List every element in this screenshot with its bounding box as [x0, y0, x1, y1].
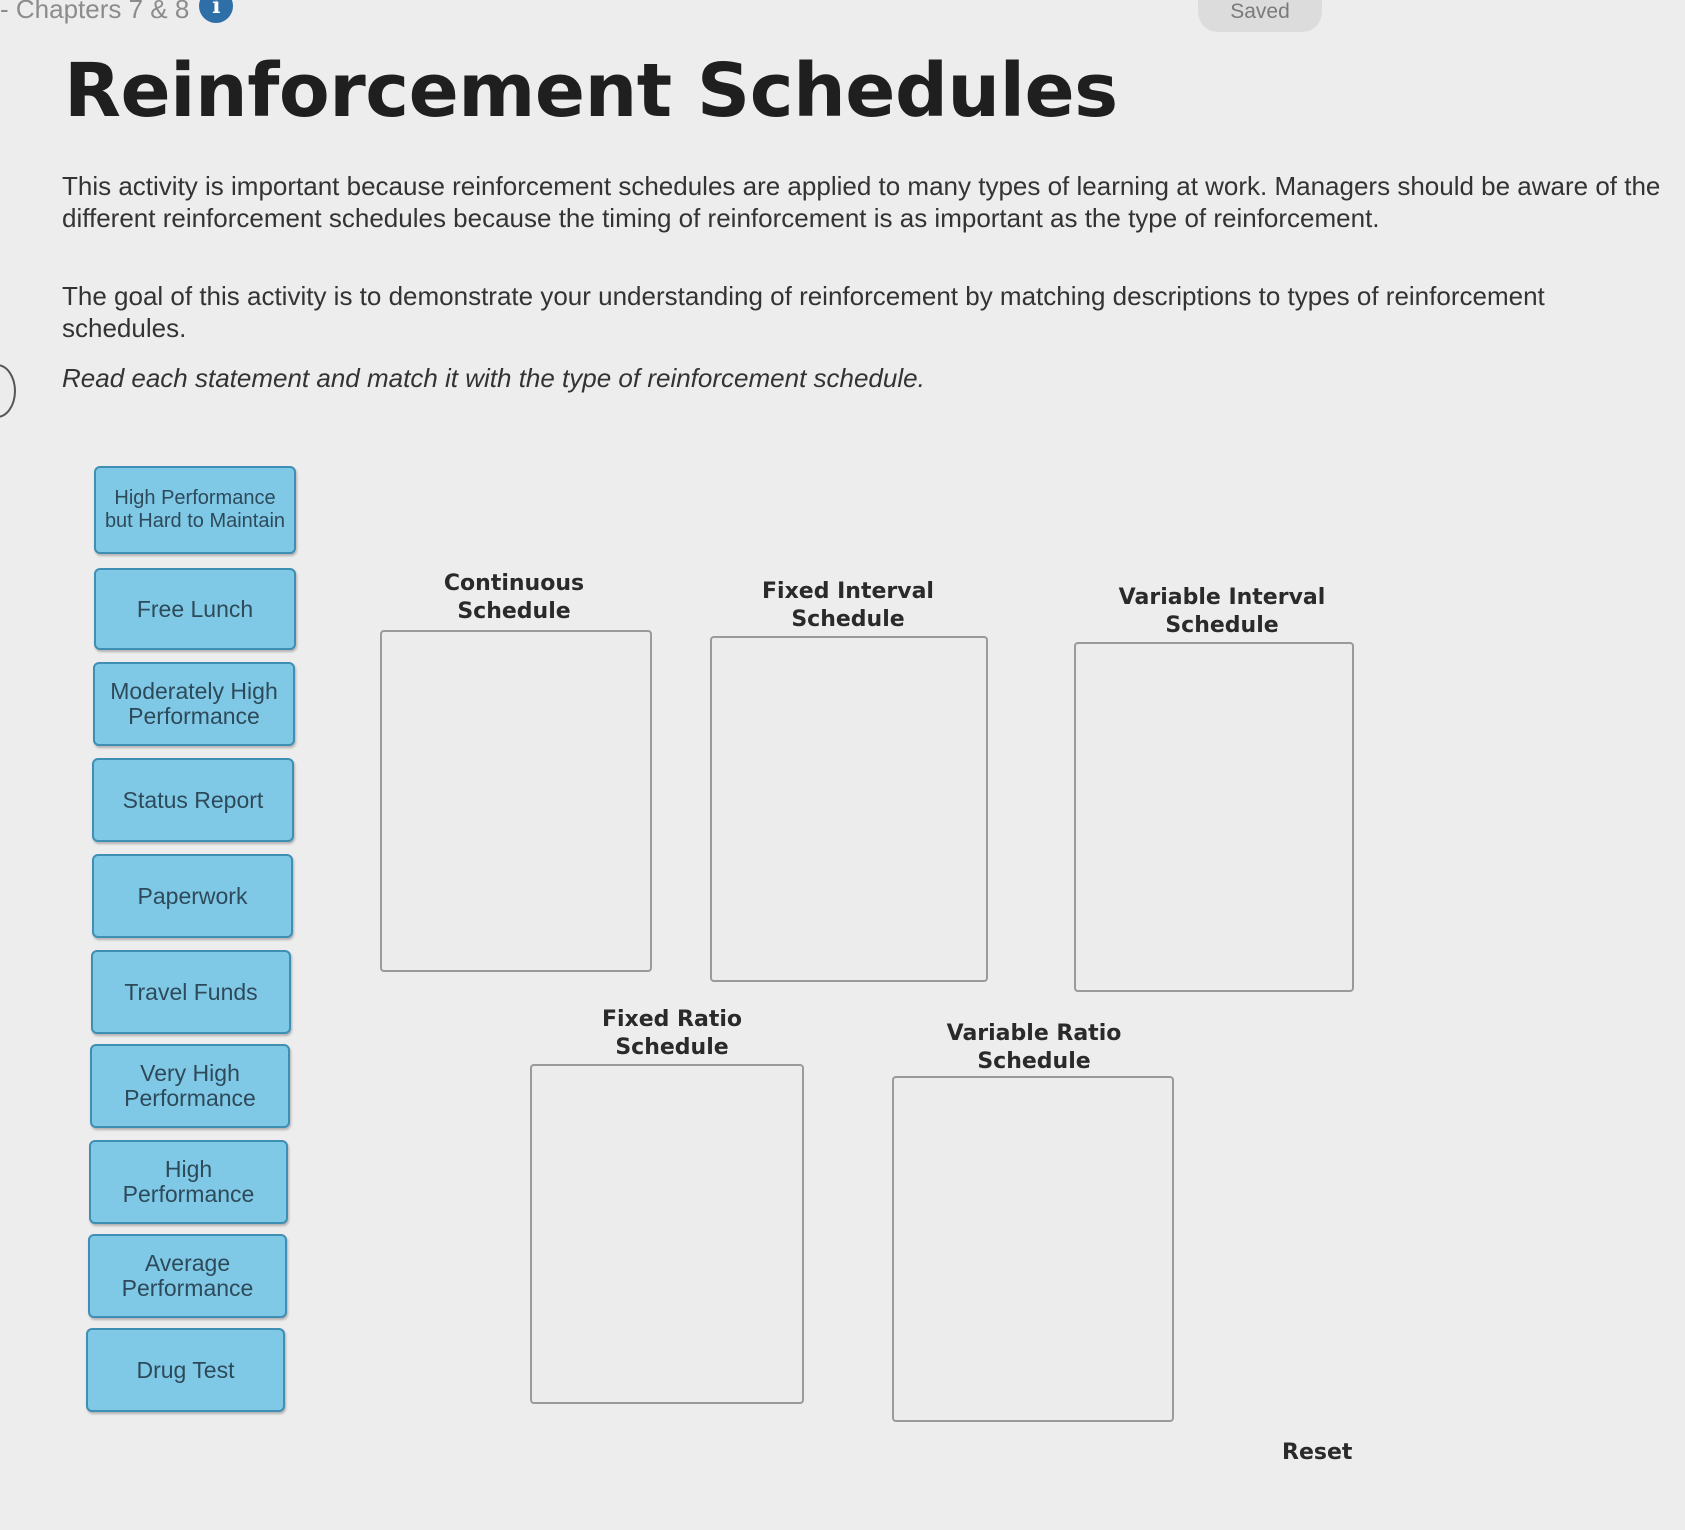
- variable-interval-schedule-label: Variable Interval Schedule: [1118, 585, 1326, 638]
- chip-moderately-high-performance[interactable]: Moderately High Performance: [93, 662, 295, 746]
- instruction-text: Read each statement and match it with th…: [62, 363, 925, 393]
- breadcrumb: - Chapters 7 & 8 i: [0, 0, 234, 25]
- top-bar: - Chapters 7 & 8 i Saved: [0, 0, 1685, 32]
- variable-ratio-schedule-drop-zone[interactable]: [892, 1076, 1174, 1422]
- variable-interval-schedule-drop-zone[interactable]: [1074, 642, 1354, 992]
- chip-average-performance[interactable]: Average Performance: [88, 1234, 287, 1318]
- chip-drug-test[interactable]: Drug Test: [86, 1328, 285, 1412]
- continuous-schedule-label: Continuous Schedule: [443, 571, 585, 624]
- chip-status-report[interactable]: Status Report: [92, 758, 294, 842]
- intro-paragraph: This activity is important because reinf…: [62, 171, 1661, 233]
- chip-paperwork[interactable]: Paperwork: [92, 854, 293, 938]
- continuous-schedule-drop-zone[interactable]: [380, 630, 652, 972]
- breadcrumb-text: - Chapters 7 & 8: [0, 0, 190, 24]
- fixed-ratio-schedule-drop-zone[interactable]: [530, 1064, 804, 1404]
- chip-travel-funds[interactable]: Travel Funds: [91, 950, 291, 1034]
- info-icon[interactable]: i: [199, 0, 234, 23]
- fixed-interval-schedule-label: Fixed Interval Schedule: [762, 579, 934, 632]
- saved-status-badge: Saved: [1198, 0, 1322, 32]
- page-title: Reinforcement Schedules: [64, 48, 1118, 134]
- fixed-ratio-schedule-label: Fixed Ratio Schedule: [601, 1007, 743, 1060]
- chip-high-performance[interactable]: High Performance: [89, 1140, 288, 1224]
- chip-high-performance-hard-to-maintain[interactable]: High Performance but Hard to Maintain: [94, 466, 296, 554]
- fixed-interval-schedule-drop-zone[interactable]: [710, 636, 988, 982]
- reset-button[interactable]: Reset: [1282, 1440, 1352, 1465]
- chip-free-lunch[interactable]: Free Lunch: [94, 568, 296, 650]
- goal-paragraph: The goal of this activity is to demonstr…: [62, 281, 1545, 343]
- side-panel-handle[interactable]: [0, 364, 16, 418]
- variable-ratio-schedule-label: Variable Ratio Schedule: [946, 1021, 1122, 1074]
- chip-very-high-performance[interactable]: Very High Performance: [90, 1044, 290, 1128]
